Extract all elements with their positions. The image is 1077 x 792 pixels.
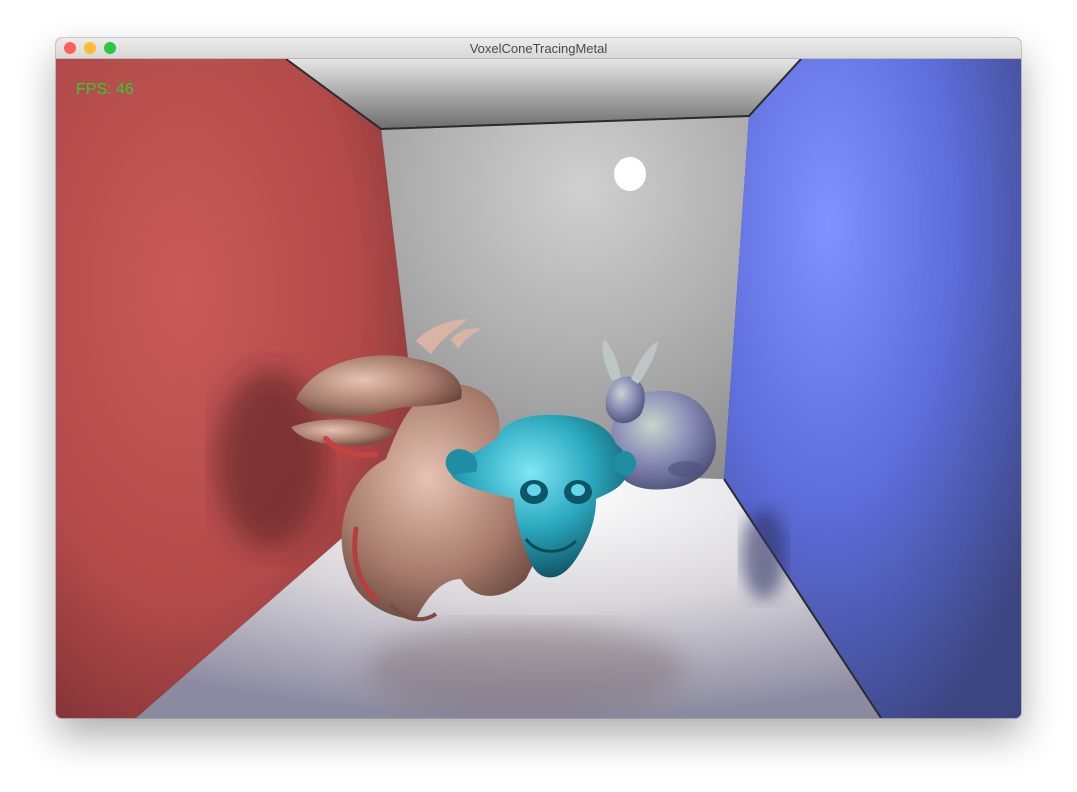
app-window: VoxelConeTracingMetal FPS: 46 xyxy=(56,38,1021,718)
render-viewport[interactable]: FPS: 46 xyxy=(56,59,1021,718)
cornell-box-scene xyxy=(56,59,1021,718)
window-title: VoxelConeTracingMetal xyxy=(469,41,608,56)
floor-reflection xyxy=(366,624,686,714)
title-bar[interactable]: VoxelConeTracingMetal xyxy=(56,38,1021,59)
bunny-wall-shadow xyxy=(742,509,786,599)
light-source xyxy=(614,157,646,191)
